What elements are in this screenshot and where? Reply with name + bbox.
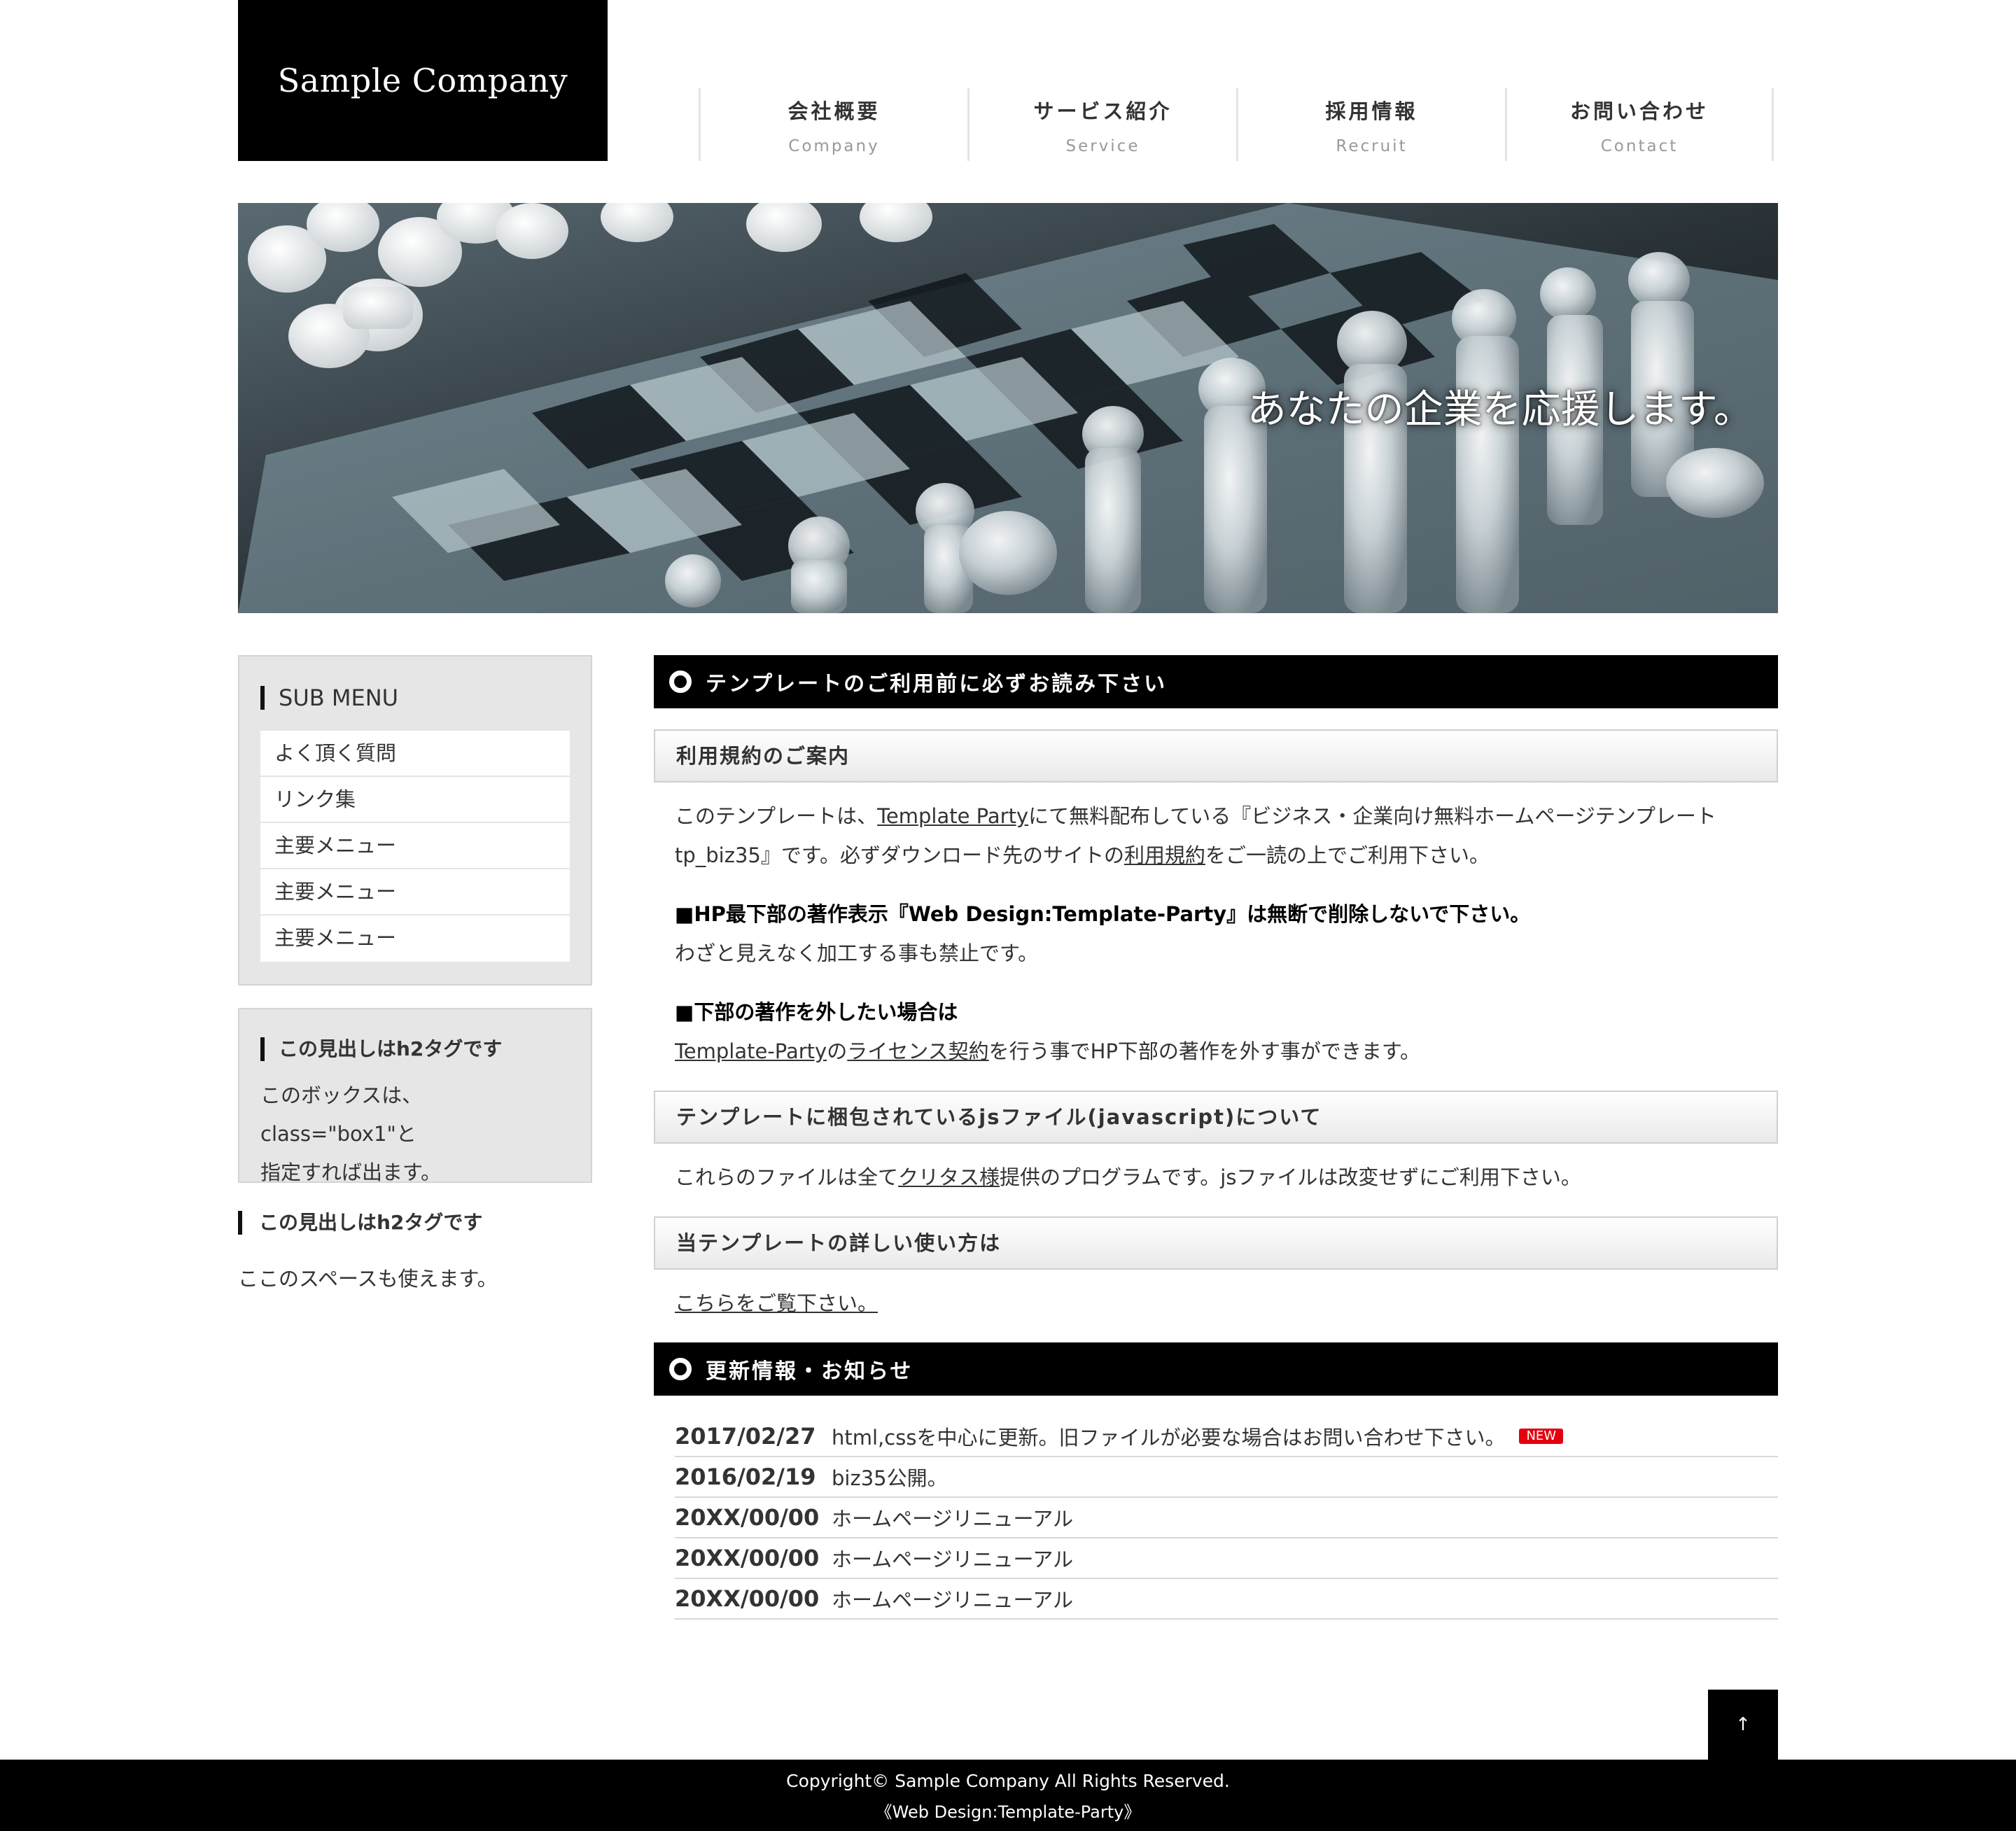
nav-label-en: Contact [1600,137,1679,155]
circle-icon [669,671,692,693]
nav-item-recruit[interactable]: 採用情報 Recruit [1236,88,1505,161]
submenu-box: SUB MENU よく頂く質問 リンク集 主要メニュー 主要メニュー 主要メニュ… [238,655,592,985]
new-badge: NEW [1519,1429,1564,1444]
nav-item-company[interactable]: 会社概要 Company [699,88,967,161]
news-heading: 更新情報・お知らせ [654,1342,1778,1396]
nav-label-jp: サービス紹介 [1033,99,1172,123]
info-box-text: このボックスは、class="box1"と 指定すれば出ます。 [260,1076,570,1192]
news-item: 20XX/00/00 ホームページリニューアル [675,1538,1778,1579]
text: の [827,1039,848,1063]
text: をご一読の上でご利用下さい。 [1205,843,1490,867]
info-box-text-line: このボックスは、class="box1"と [260,1083,423,1146]
howto-paragraph: こちらをご覧下さい。 [675,1284,1767,1323]
news-list: 2017/02/27 html,cssを中心に更新。旧ファイルが必要な場合はお問… [675,1417,1778,1620]
text: 提供のプログラムです。jsファイルは改変せずにご利用下さい。 [1000,1165,1581,1189]
news-text: ホームページリニューアル [832,1548,1074,1571]
nav-item-contact[interactable]: お問い合わせ Contact [1505,88,1774,161]
kuritasu-link[interactable]: クリタス様 [898,1165,1000,1189]
news-date: 20XX/00/00 [675,1545,820,1571]
license-paragraph: ■下部の著作を外したい場合は Template-Partyのライセンス契約を行う… [675,992,1767,1071]
nav-item-service[interactable]: サービス紹介 Service [967,88,1236,161]
license-link[interactable]: ライセンス契約 [847,1039,988,1063]
sidebar-text: ここのスペースも使えます。 [238,1267,498,1291]
news-item: 2017/02/27 html,cssを中心に更新。旧ファイルが必要な場合はお問… [675,1417,1778,1457]
terms-paragraph: このテンプレートは、Template Partyにて無料配布している『ビジネス・… [675,797,1767,875]
nav-label-jp: 採用情報 [1325,99,1418,123]
submenu-title: SUB MENU [260,686,570,710]
submenu-item-main-menu[interactable]: 主要メニュー [260,869,570,916]
logo[interactable]: Sample Company [238,0,608,161]
info-box-text-line: 指定すれば出ます。 [260,1160,442,1184]
news-date: 2017/02/27 [675,1423,816,1450]
submenu-item-main-menu[interactable]: 主要メニュー [260,916,570,962]
notice-heading-text: テンプレートのご利用前に必ずお読み下さい [706,672,1168,696]
template-party-link[interactable]: Template Party [877,804,1028,828]
howto-heading: 当テンプレートの詳しい使い方は [654,1216,1778,1270]
sidebar-heading: この見出しはh2タグです [238,1211,482,1235]
page-top-button[interactable]: ↑ [1708,1690,1778,1760]
template-party-link[interactable]: Template-Party [675,1039,827,1063]
news-item: 20XX/00/00 ホームページリニューアル [675,1579,1778,1620]
terms-heading: 利用規約のご案内 [654,729,1778,783]
hero-banner: あなたの企業を応援します。 [238,203,1778,613]
text: わざと見えなく加工する事も禁止です。 [675,941,1039,965]
copyright-notice-strong: ■HP最下部の著作表示『Web Design:Template-Party』は無… [675,902,1531,926]
news-date: 20XX/00/00 [675,1585,820,1612]
text: このテンプレートは、 [675,804,878,828]
submenu-list: よく頂く質問 リンク集 主要メニュー 主要メニュー 主要メニュー [260,731,570,962]
info-box-title: この見出しはh2タグです [260,1037,570,1061]
text: にて無料配布している『ビジネス・企業向け無料ホームページテンプレート [1028,804,1716,828]
news-item: 2016/02/19 biz35公開。 [675,1457,1778,1498]
nav-label-jp: 会社概要 [788,99,881,123]
hero-caption: あなたの企業を応援します。 [1247,387,1753,433]
js-paragraph: これらのファイルは全てクリタス様提供のプログラムです。jsファイルは改変せずにご… [675,1158,1767,1197]
news-text: html,cssを中心に更新。旧ファイルが必要な場合はお問い合わせ下さい。 [832,1426,1506,1450]
notice-heading: テンプレートのご利用前に必ずお読み下さい [654,655,1778,708]
submenu-item-main-menu[interactable]: 主要メニュー [260,823,570,869]
news-text: ホームページリニューアル [832,1588,1074,1612]
copyright-notice-paragraph: ■HP最下部の著作表示『Web Design:Template-Party』は無… [675,895,1767,973]
news-heading-text: 更新情報・お知らせ [706,1359,913,1384]
footer: Copyright© Sample Company All Rights Res… [0,1760,2016,1831]
license-strong: ■下部の著作を外したい場合は [675,1000,958,1024]
news-text: ホームページリニューアル [832,1507,1074,1531]
footer-copyright: Copyright© Sample Company All Rights Res… [786,1771,1230,1791]
news-date: 20XX/00/00 [675,1504,820,1531]
nav-label-en: Service [1065,137,1140,155]
text: を行う事でHP下部の著作を外す事ができます。 [988,1039,1421,1063]
news-date: 2016/02/19 [675,1464,816,1490]
submenu-item-faq[interactable]: よく頂く質問 [260,731,570,777]
submenu-item-links[interactable]: リンク集 [260,777,570,823]
nav-label-en: Recruit [1336,137,1408,155]
info-box: この見出しはh2タグです このボックスは、class="box1"と 指定すれば… [238,1008,592,1184]
text: tp_biz35』です。必ずダウンロード先のサイトの [675,843,1124,867]
main-nav: 会社概要 Company サービス紹介 Service 採用情報 Recruit… [699,88,1774,161]
logo-text: Sample Company [277,62,568,99]
text: これらのファイルは全て [675,1165,899,1189]
arrow-up-icon: ↑ [1735,1714,1751,1735]
howto-link[interactable]: こちらをご覧下さい。 [675,1291,878,1315]
circle-icon [669,1358,692,1380]
news-text: biz35公開。 [832,1466,948,1490]
nav-label-en: Company [788,137,880,155]
terms-link[interactable]: 利用規約 [1124,843,1205,867]
footer-credit-link[interactable]: 《Web Design:Template-Party》 [0,1798,2016,1823]
news-item: 20XX/00/00 ホームページリニューアル [675,1498,1778,1538]
nav-label-jp: お問い合わせ [1569,99,1709,123]
js-heading: テンプレートに梱包されているjsファイル(javascript)について [654,1090,1778,1144]
